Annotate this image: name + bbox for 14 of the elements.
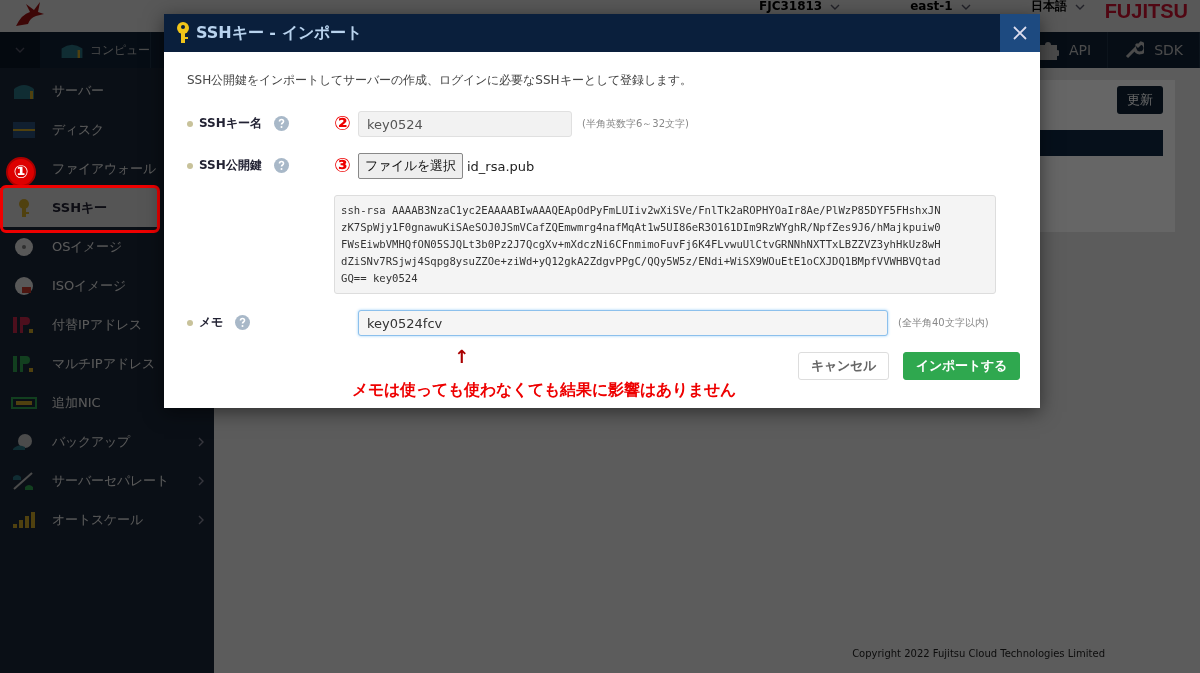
field-hint: (全半角40文字以内) [898,316,989,330]
file-name: id_rsa.pub [467,158,535,174]
dialog-description: SSH公開鍵をインポートしてサーバーの作成、ログインに必要なSSHキーとして登録します。 [187,72,693,89]
copyright-text: Copyright 2022 Fujitsu Cloud Technologies Limited [851,648,1106,659]
field-label: SSH公開鍵 [199,157,262,174]
step-marker: ② [334,111,352,135]
annotation-note: メモは使っても使わなくても結果に影響はありません [352,380,736,401]
dialog-title: SSHキー - インポート [196,22,363,44]
field-label: SSHキー名 [199,115,262,132]
field-label: メモ [199,314,223,331]
step-marker: ③ [334,153,352,177]
field-hint: (半角英数字6～32文字) [582,117,689,131]
pointer-arrow: ↑ [454,346,470,367]
brand-logo: FUJITSU [1104,0,1188,23]
